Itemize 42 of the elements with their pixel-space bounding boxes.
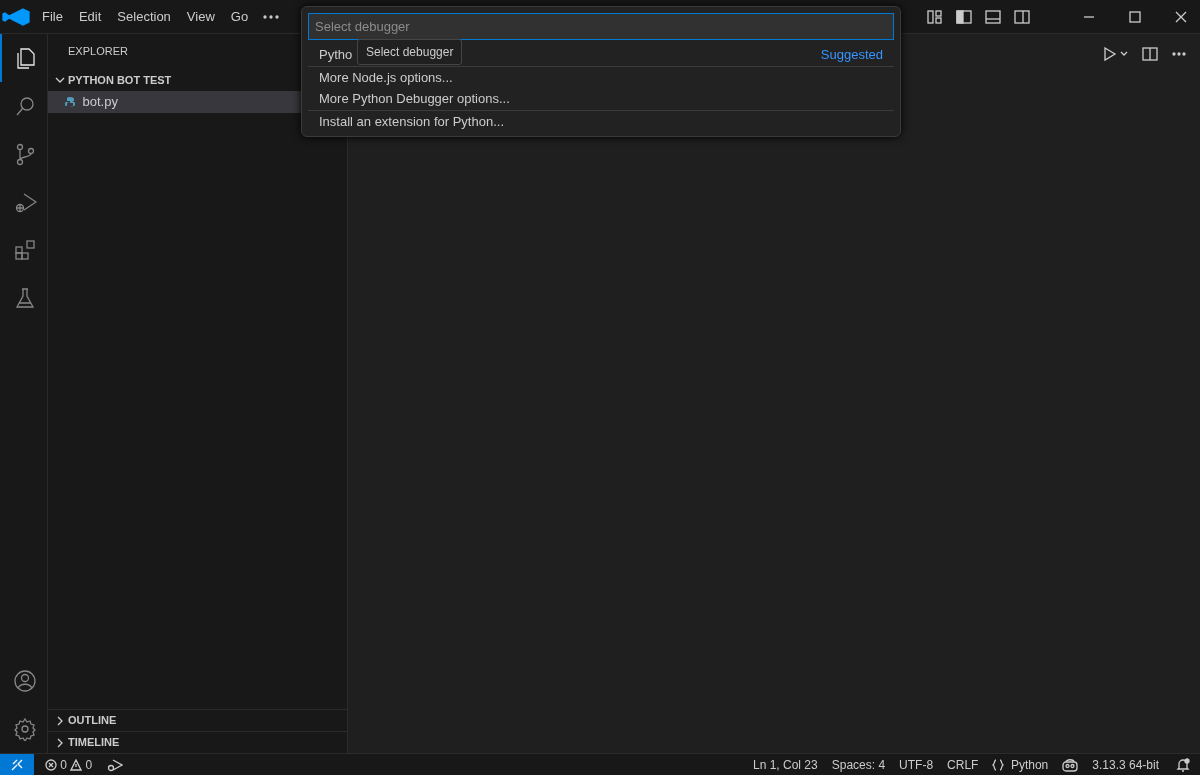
list-item[interactable]: Pytho [319, 45, 353, 65]
bell-icon[interactable] [1176, 757, 1190, 772]
extensions-icon[interactable] [13, 238, 37, 262]
remote-icon[interactable] [10, 757, 24, 772]
folder-header[interactable]: PYTHON BOT TEST [68, 71, 172, 89]
menu-item[interactable]: View [178, 6, 223, 27]
sidebar-title: EXPLORER [68, 44, 128, 60]
list-item[interactable]: Install an extension for Python... [319, 111, 504, 132]
menu-item[interactable]: Selection [109, 6, 179, 27]
status-item[interactable]: CRLF [940, 755, 986, 774]
error-icon [45, 758, 57, 771]
search-field[interactable]: Select debugger [308, 13, 894, 40]
section-header[interactable]: TIMELINE [68, 734, 120, 751]
copilot-icon[interactable] [1062, 757, 1079, 772]
menu-item[interactable]: Go [222, 6, 257, 27]
settings-icon[interactable] [13, 717, 37, 741]
language-mode[interactable]: Python [985, 755, 1056, 774]
status-item[interactable]: Ln 1, Col 23 [746, 755, 825, 774]
menu-item[interactable]: Edit [70, 6, 110, 27]
panel-icon[interactable] [985, 8, 1001, 25]
run-icon[interactable] [1103, 46, 1129, 62]
status-item[interactable]: Spaces: 4 [824, 755, 893, 774]
tooltip: Select debugger [357, 39, 463, 65]
layout-icon[interactable] [927, 8, 943, 25]
warning-count: 0 [85, 756, 93, 774]
section-header[interactable]: OUTLINE [68, 712, 117, 729]
braces-icon [992, 758, 1005, 771]
error-count: 0 [60, 756, 67, 774]
status-item[interactable]: 3.13.3 64-bit [1085, 755, 1166, 774]
primary-sidebar-icon[interactable] [956, 8, 972, 25]
list-item[interactable]: More Node.js options... [319, 67, 453, 88]
split-editor-icon[interactable] [1142, 46, 1158, 62]
problems-indicator[interactable]: 0 0 [38, 755, 100, 774]
close-icon[interactable] [1175, 10, 1187, 23]
suggested-label: Suggested [820, 46, 883, 65]
flask-icon[interactable] [13, 286, 37, 310]
maximize-icon[interactable] [1129, 10, 1141, 23]
menu-item[interactable]: File [34, 6, 71, 27]
status-item[interactable]: UTF-8 [892, 755, 941, 774]
account-icon[interactable] [13, 669, 37, 693]
warning-icon [70, 758, 83, 771]
secondary-sidebar-icon[interactable] [1014, 8, 1030, 25]
